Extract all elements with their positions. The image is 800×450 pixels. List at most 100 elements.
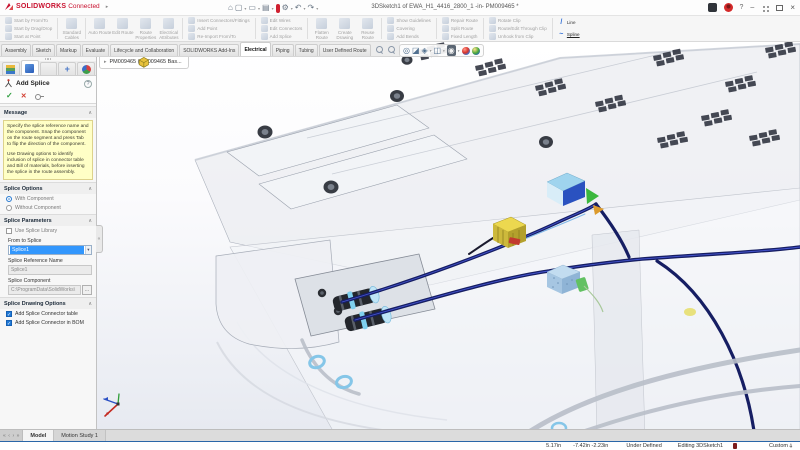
panel-collapse-handle[interactable]: « [96,225,103,253]
dropdown-caret[interactable]: ▾ [458,49,460,53]
tab-assembly[interactable]: Assembly [1,44,31,56]
dropdown-caret[interactable]: ▾ [272,6,274,11]
radio-without-component[interactable]: Without Component [0,203,96,212]
brand-expand-icon[interactable]: ▸ [106,4,109,10]
edit-appearance-icon[interactable] [462,47,470,55]
home-icon[interactable]: ⌂ [228,3,233,13]
ribbon-button-re-import-from-to[interactable]: Re-Import From/To [188,32,249,40]
tab-piping[interactable]: Piping [272,44,294,56]
ribbon-button-flatten-route[interactable]: Flatten Route [310,18,333,40]
display-manager-tab[interactable] [77,62,95,75]
property-manager-tab[interactable] [21,60,39,75]
feature-manager-tab[interactable] [2,62,20,75]
ribbon-button-edit-route[interactable]: Edit Route [111,18,134,35]
checkbox-add-splice-connector-in-bom[interactable]: ✓ Add Splice Connector in BOM [0,318,96,327]
hide-show-items-icon[interactable]: ◉ [447,45,456,56]
last-tab-button[interactable]: » [17,433,20,439]
ribbon-button-insert-connectors-fittings[interactable]: Insert Connectors/Fittings [188,17,249,25]
ribbon-collapse-chevron[interactable]: ∧ [789,442,793,449]
checkbox-add-splice-connector-table[interactable]: ✓ Add Splice Connector table [0,309,96,318]
magnifier-icon[interactable] [375,45,384,56]
section-view-icon[interactable]: ◪ [412,45,420,56]
ribbon-button-reuse-route[interactable]: Reuse Route [356,18,379,40]
ok-button[interactable]: ✓ [6,91,13,100]
browse-button[interactable]: ... [82,285,92,295]
tab-electrical[interactable]: Electrical [240,42,270,56]
magnifier-icon-2[interactable] [387,45,396,56]
next-tab-button[interactable]: › [12,433,14,439]
ribbon-button-standard-cables[interactable]: Standard Cables [60,18,83,40]
flyout-feature-manager[interactable]: ▸ PM009465 (PM009465 Bas... [99,56,189,69]
splice-reference-name-field[interactable]: Splice1 [8,265,92,275]
dropdown-caret[interactable]: ▾ [244,6,246,11]
dropdown-caret[interactable]: ▾ [291,6,293,11]
ribbon-button-split-route[interactable]: Split Route [442,25,478,33]
ribbon-button-auto-route[interactable]: Auto Route [88,18,111,35]
save-icon[interactable]: ▤ [262,3,270,13]
ribbon-button-unhook-from-clip[interactable]: Unhook from Clip [489,32,547,40]
tab-tubing[interactable]: Tubing [295,44,318,56]
tab-evaluate[interactable]: Evaluate [82,44,109,56]
ribbon-button-start-by-from-to[interactable]: Start by From/To [5,17,52,25]
config-selector[interactable]: Custom [769,443,788,449]
from-to-splice-combo[interactable]: Splice1 ▾ [8,245,92,255]
apps-button[interactable] [761,4,769,12]
ribbon-button-add-splice[interactable]: Add Splice [261,32,303,40]
ribbon-button-line[interactable]: /Line [558,19,580,27]
chevron-down-icon[interactable]: ▾ [85,246,91,254]
help-icon[interactable]: ? [84,80,92,88]
ribbon-button-show-guidelines[interactable]: Show Guidelines [387,17,430,25]
ribbon-button-add-point[interactable]: Add Point [188,25,249,33]
dropdown-caret[interactable]: ▾ [258,6,260,11]
ribbon-button-rotate-clip[interactable]: Rotate Clip [489,17,547,25]
ribbon-button-start-at-point[interactable]: Start at Point [5,32,52,40]
open-icon[interactable]: ▭ [248,3,256,13]
tab-markup[interactable]: Markup [56,44,81,56]
dimxpert-manager-tab[interactable]: + [58,62,76,75]
close-button[interactable]: × [790,2,795,13]
splice-drawing-options-section-header[interactable]: Splice Drawing Options∧ [0,297,96,309]
checkbox-use-splice-library[interactable]: Use Splice Library [0,226,96,235]
ribbon-button-add-bends[interactable]: Add Bends [387,32,430,40]
splice-component-field[interactable]: C:\ProgramData\SolidWorks\ [8,285,81,295]
view-orientation-icon[interactable]: ◈ [422,45,428,56]
first-tab-button[interactable]: « [3,433,6,439]
apply-scene-icon[interactable] [472,47,480,55]
cancel-button[interactable]: ✕ [21,92,27,100]
pin-button[interactable] [35,92,44,100]
terminal-button[interactable] [708,3,717,12]
ribbon-button-electrical-attributes[interactable]: Electrical Attributes [157,18,180,40]
display-style-icon[interactable]: ◫ [433,45,441,56]
ribbon-button-route-edit-through-clip[interactable]: Route/Edit Through Clip [489,25,547,33]
tab-model[interactable]: Model [23,430,54,441]
ribbon-button-route-properties[interactable]: Route Properties [134,18,157,40]
radio-with-component[interactable]: With Component [0,194,96,203]
ribbon-button-create-drawing[interactable]: Create Drawing [333,18,356,40]
3dexperience-icon[interactable] [276,4,280,13]
viewport[interactable]: ▸ PM009465 (PM009465 Bas... [97,42,800,429]
prev-tab-button[interactable]: ‹ [8,433,10,439]
restore-button[interactable] [776,5,783,11]
ribbon-button-edit-wires[interactable]: Edit Wires [261,17,303,25]
ribbon-button-covering[interactable]: Covering [387,25,430,33]
tab-lifecycle-and-collaboration[interactable]: Lifecycle and Collaboration [110,44,178,56]
configuration-manager-tab[interactable] [40,62,58,75]
tab-sketch[interactable]: Sketch [32,44,55,56]
ribbon-button-start-by-drag-drop[interactable]: Start by Drag/Drop [5,25,52,33]
ribbon-button-edit-connectors[interactable]: Edit Connectors [261,25,303,33]
tab-user-defined-route[interactable]: User Defined Route [319,44,371,56]
options-icon[interactable]: ⚙ [282,3,289,13]
message-section-header[interactable]: Message∧ [0,106,96,118]
ribbon-button-spline[interactable]: ~Spline [558,30,580,38]
new-document-icon[interactable]: ▢ [235,3,243,13]
help-button[interactable]: ? [740,2,744,13]
tab-solidworks-add-ins[interactable]: SOLIDWORKS Add-Ins [179,44,239,56]
minimize-button[interactable]: – [750,2,754,13]
dropdown-caret[interactable]: ▾ [430,49,432,53]
splice-options-section-header[interactable]: Splice Options∧ [0,182,96,194]
yellow-marker[interactable] [684,308,696,316]
ribbon-button-repair-route[interactable]: Repair Route [442,17,478,25]
splice-parameters-section-header[interactable]: Splice Parameters∧ [0,214,96,226]
zoom-fit-icon[interactable]: ◎ [403,45,410,56]
ribbon-button-fixed-length[interactable]: Fixed Length [442,32,478,40]
